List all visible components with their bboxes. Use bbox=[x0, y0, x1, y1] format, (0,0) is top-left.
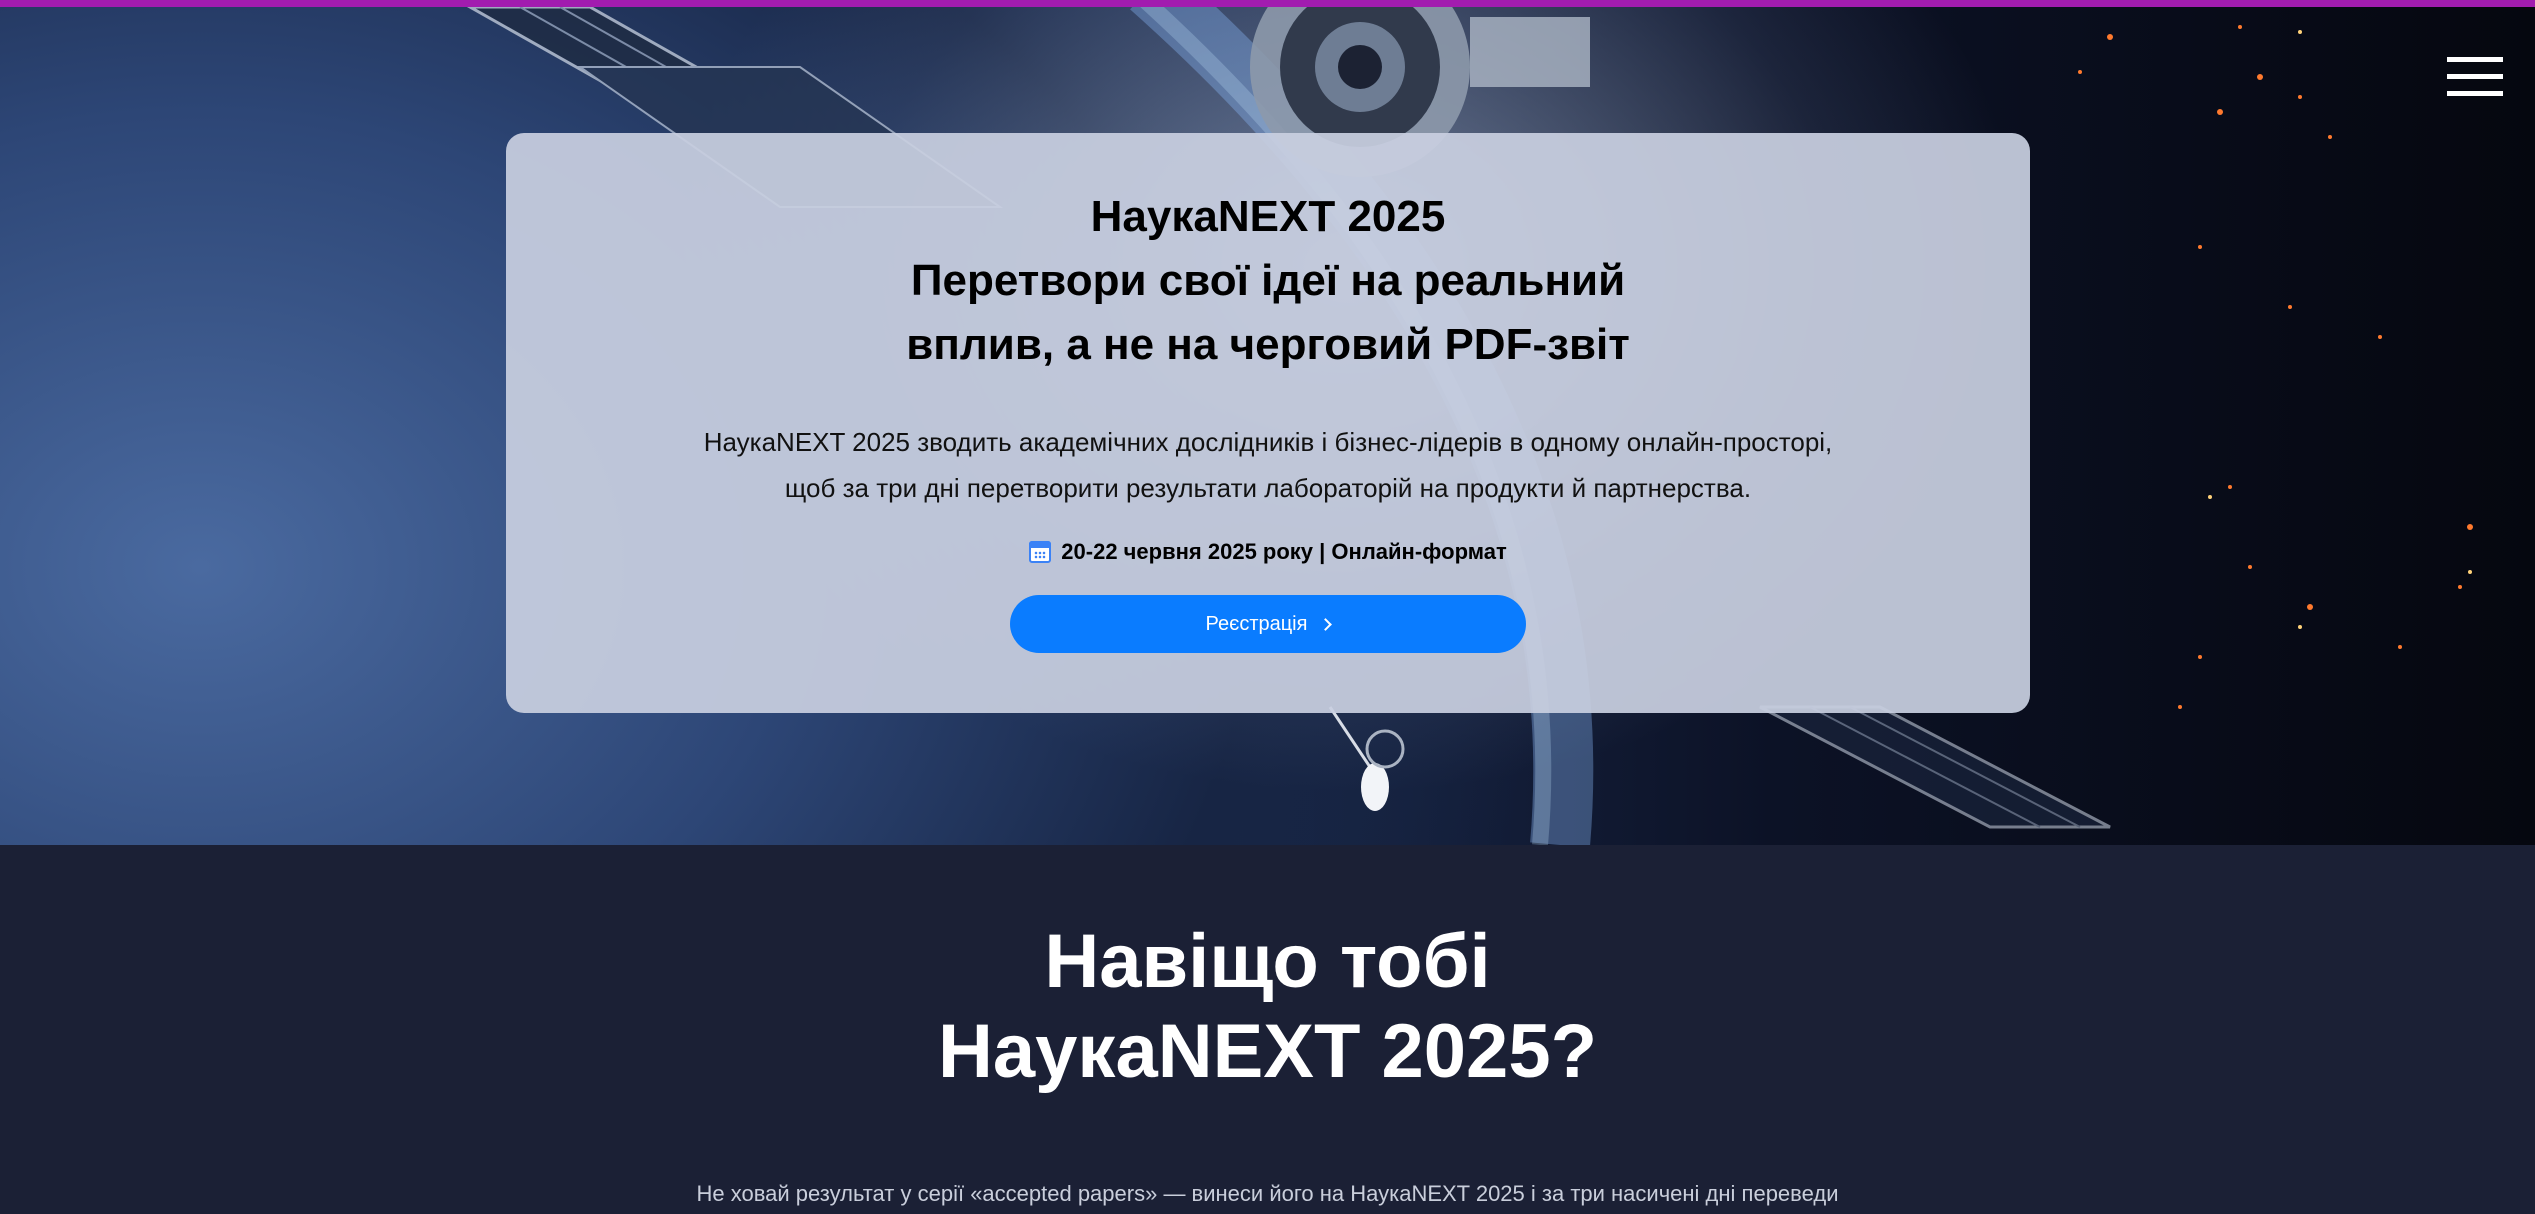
hero-description-line: щоб за три дні перетворити результати ла… bbox=[784, 473, 1752, 503]
hero-title-line: вплив, а не на черговий PDF-звіт bbox=[906, 320, 1630, 369]
hamburger-menu-icon-line bbox=[2447, 74, 2503, 79]
register-button[interactable]: Реєстрація bbox=[1010, 595, 1526, 653]
hero-section: НаукаNEXT 2025 Перетвори свої ідеї на ре… bbox=[0, 7, 2535, 845]
page: НаукаNEXT 2025 Перетвори свої ідеї на ре… bbox=[0, 0, 2535, 1214]
why-section: Навіщо тобі НаукаNEXT 2025? Не ховай рез… bbox=[0, 845, 2535, 1214]
hamburger-menu-icon-line bbox=[2447, 91, 2503, 96]
chevron-right-icon bbox=[1319, 618, 1333, 631]
event-date: 20-22 червня 2025 року | Онлайн-формат bbox=[506, 539, 2030, 565]
hero-title-line: НаукаNEXT 2025 bbox=[1090, 192, 1446, 241]
calendar-icon bbox=[1029, 541, 1052, 563]
top-accent-bar bbox=[0, 0, 2535, 7]
hero-description-line: НаукаNEXT 2025 зводить академічних дослі… bbox=[703, 427, 1833, 457]
event-date-text: 20-22 червня 2025 року | Онлайн-формат bbox=[1061, 539, 1507, 564]
register-button-label: Реєстрація bbox=[1205, 612, 1308, 635]
why-title: Навіщо тобі НаукаNEXT 2025? bbox=[0, 917, 2535, 1097]
hero-title: НаукаNEXT 2025 Перетвори свої ідеї на ре… bbox=[506, 185, 2030, 377]
why-description: Не ховай результат у серії «accepted pap… bbox=[696, 1181, 1839, 1206]
hero-card: НаукаNEXT 2025 Перетвори свої ідеї на ре… bbox=[506, 133, 2030, 713]
hero-description: НаукаNEXT 2025 зводить академічних дослі… bbox=[668, 419, 1868, 511]
why-title-line: Навіщо тобі bbox=[1044, 919, 1491, 1004]
menu-button[interactable] bbox=[2447, 57, 2503, 101]
hamburger-menu-icon bbox=[2447, 57, 2503, 62]
hero-title-line: Перетвори свої ідеї на реальний bbox=[910, 256, 1626, 305]
why-title-line: НаукаNEXT 2025? bbox=[937, 1009, 1598, 1094]
